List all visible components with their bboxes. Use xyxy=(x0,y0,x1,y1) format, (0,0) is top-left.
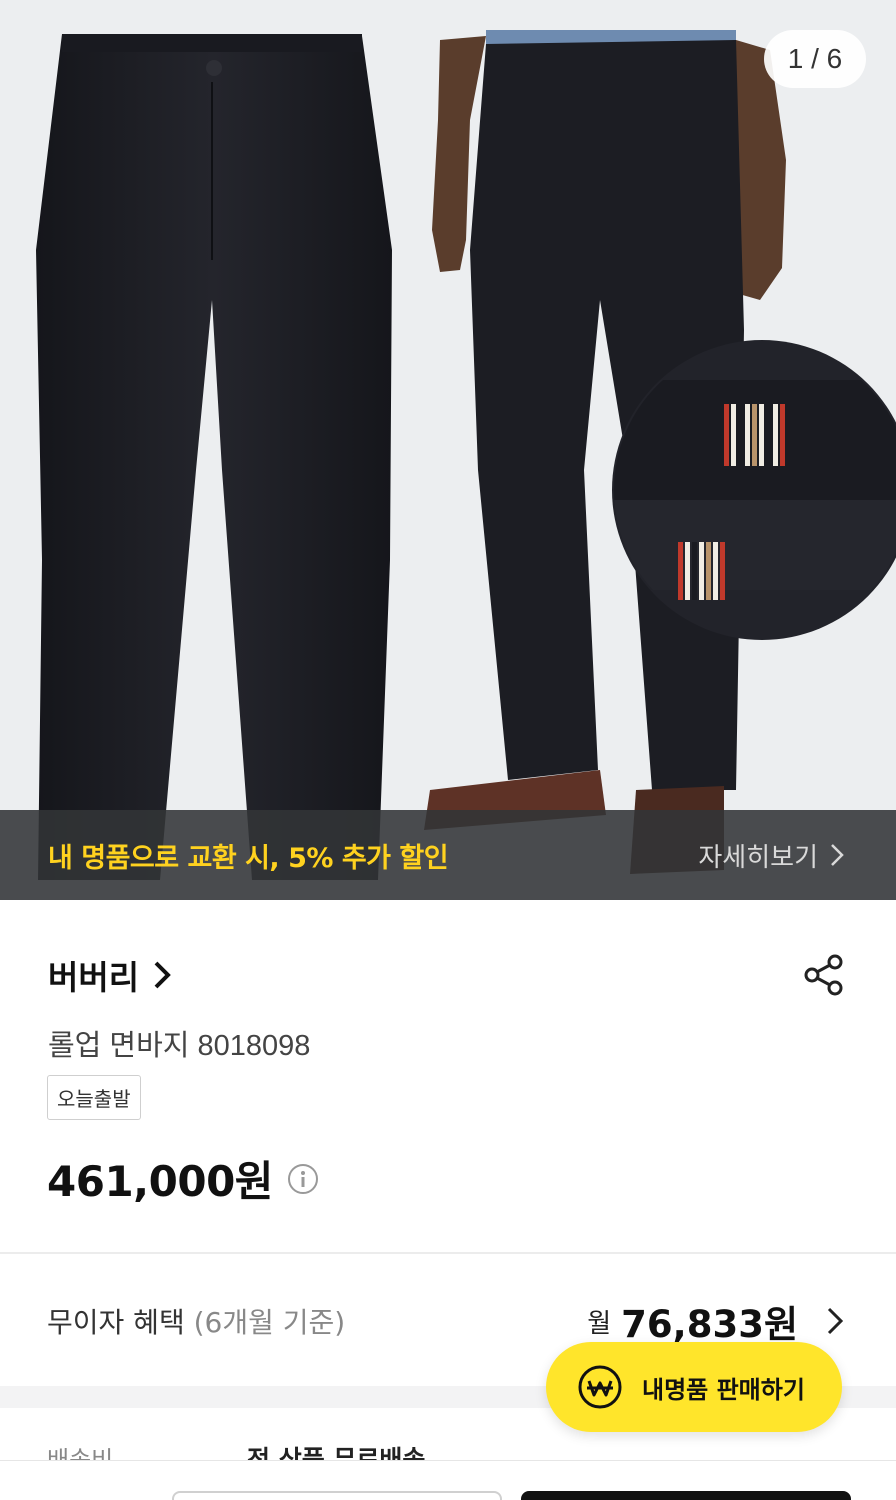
info-icon[interactable] xyxy=(287,1163,319,1195)
product-photo xyxy=(0,0,896,900)
share-icon[interactable] xyxy=(802,953,846,997)
installment-label-text: 무이자 혜택 xyxy=(47,1306,185,1339)
won-coin-icon xyxy=(578,1365,622,1409)
installment-prefix: 월 xyxy=(587,1308,612,1339)
section-divider xyxy=(0,1252,896,1254)
chevron-right-icon xyxy=(827,1307,844,1335)
installment-label-note: (6개월 기준) xyxy=(193,1306,346,1339)
sell-button-label: 내명품 판매하기 xyxy=(642,1375,805,1404)
same-day-shipping-badge: 오늘출발 xyxy=(47,1075,141,1120)
installment-label: 무이자 혜택 (6개월 기준) xyxy=(47,1301,345,1341)
brand-name: 버버리 xyxy=(48,958,140,997)
trade-in-promo-banner[interactable]: 내 명품으로 교환 시, 5% 추가 할인 자세히보기 xyxy=(0,810,896,900)
image-counter: 1 / 6 xyxy=(764,30,866,88)
chevron-right-icon xyxy=(831,844,844,866)
sell-my-luxury-button[interactable]: 내명품 판매하기 xyxy=(546,1342,842,1432)
brand-link[interactable]: 버버리 xyxy=(48,951,171,999)
promo-text: 내 명품으로 교환 시, 5% 추가 할인 xyxy=(48,842,449,874)
product-image-gallery[interactable]: 1 / 6 내 명품으로 교환 시, 5% 추가 할인 자세히보기 xyxy=(0,0,896,900)
installment-amount: 월 76,833원 xyxy=(587,1294,844,1348)
chevron-right-icon xyxy=(154,961,171,989)
secondary-action-button[interactable] xyxy=(172,1491,502,1500)
primary-action-button[interactable] xyxy=(521,1491,851,1500)
product-name: 롤업 면바지 8018098 xyxy=(48,1030,311,1062)
installment-benefit-row[interactable]: 무이자 혜택 (6개월 기준) 월 76,833원 xyxy=(47,1295,844,1347)
promo-details-link[interactable]: 자세히보기 xyxy=(698,837,844,874)
brand-row: 버버리 xyxy=(48,950,846,1000)
promo-details-label: 자세히보기 xyxy=(698,842,818,873)
installment-value: 76,833원 xyxy=(621,1303,798,1346)
product-price: 461,000원 xyxy=(47,1157,273,1206)
bottom-action-bar xyxy=(0,1460,896,1500)
price-row: 461,000원 xyxy=(47,1148,319,1209)
